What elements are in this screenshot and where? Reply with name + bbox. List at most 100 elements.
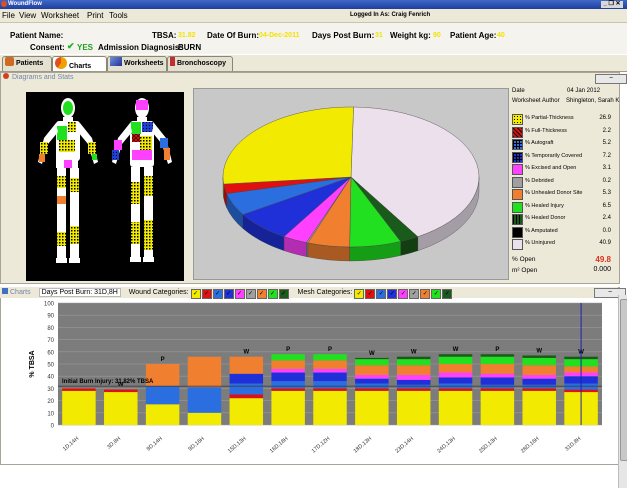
bar-segment	[229, 356, 264, 374]
x-tick-label: 9D,14H	[146, 436, 164, 453]
y-tick-label: 40	[47, 375, 54, 381]
menu-worksheet[interactable]: Worksheet	[41, 9, 79, 22]
diagrams-title: Diagrams and Stats	[12, 74, 74, 81]
legend-value: 2.2	[602, 127, 611, 134]
patient-age-value: 40	[497, 32, 505, 39]
tab-charts-label: Charts	[69, 63, 92, 70]
app-icon	[1, 1, 7, 7]
worksheet-icon	[110, 57, 122, 66]
tab-charts[interactable]: Charts	[52, 56, 107, 71]
menu-tools[interactable]: Tools	[109, 9, 128, 22]
y-axis-label: % TBSA	[29, 350, 36, 377]
legend-label: % Partial-Thickness	[525, 115, 574, 121]
legend-swatch	[512, 126, 523, 138]
legend-swatch	[512, 151, 523, 163]
bar-segment	[145, 385, 180, 405]
diagnosis-value: BURN	[178, 43, 202, 52]
x-tick-label: 24D,13H	[436, 436, 457, 455]
bar-segment	[480, 377, 515, 385]
bar-segment	[480, 388, 515, 391]
menu-bar: File View Worksheet Print Tools Logged I…	[0, 9, 627, 23]
bar-segment	[313, 390, 347, 425]
bar-segment	[355, 378, 389, 384]
bar-segment	[438, 372, 473, 378]
bar-marker-label: P	[286, 347, 290, 353]
legend-value: 40.9	[599, 240, 611, 246]
y-tick-label: 30	[47, 387, 54, 393]
bar-segment	[480, 373, 515, 378]
bar-marker-label: W	[536, 348, 542, 354]
weight-value: 90	[433, 32, 441, 39]
pie-chart-svg	[222, 106, 480, 262]
bar-segment	[522, 378, 556, 385]
wound-pie-chart	[193, 88, 509, 280]
tab-worksheets[interactable]: Worksheets	[107, 56, 167, 71]
bar-segment	[313, 354, 347, 361]
bar-segment	[104, 389, 138, 393]
window-controls[interactable]: _ ❐ ✕	[601, 1, 623, 8]
bar-segment	[396, 388, 431, 391]
bar-segment	[187, 412, 222, 425]
date-label: Date	[512, 88, 525, 94]
y-tick-label: 20	[47, 399, 54, 405]
tab-patients[interactable]: Patients	[2, 56, 52, 71]
bar-segment	[229, 373, 264, 384]
bar-segment	[480, 356, 515, 364]
x-tick-label: 18D,13H	[353, 436, 374, 455]
diagrams-header[interactable]: Diagrams and Stats	[1, 73, 611, 83]
legend-swatch	[512, 114, 523, 125]
legend-row: % Autograft 5.2	[510, 138, 613, 150]
x-tick-label: 23D,14H	[394, 436, 415, 455]
legend-swatch	[512, 189, 523, 200]
legend-value: 6.5	[602, 202, 611, 209]
x-tick-label: 25D,13H	[478, 436, 499, 455]
legend-value: 7.2	[602, 152, 611, 159]
legend-row: % Excised and Open 3.1	[510, 163, 613, 175]
front-figure	[38, 98, 98, 263]
bar-segment	[229, 383, 264, 395]
diagrams-collapse-button[interactable]: −	[595, 74, 627, 84]
title-bar: WoundFlow _ ❐ ✕	[0, 0, 627, 9]
menu-view[interactable]: View	[19, 9, 36, 22]
x-tick-label: 15D,13H	[227, 436, 248, 455]
legend-label: % Uninjured	[525, 240, 555, 246]
bar-segment	[271, 372, 305, 382]
legend-row: % Unhealed Donor Site 5.3	[510, 188, 613, 200]
bar-segment	[271, 360, 305, 369]
bar-segment	[271, 354, 305, 361]
x-tick-label: 1D,14H	[62, 436, 80, 453]
scroll-thumb[interactable]	[620, 299, 627, 461]
legend-label: % Excised and Open	[525, 165, 577, 171]
pie-slice	[222, 106, 354, 185]
bar-marker-label: W	[411, 350, 417, 356]
legend-swatch	[512, 164, 523, 175]
charts-section-icon	[2, 288, 8, 294]
legend-row: % Debrided 0.2	[510, 176, 613, 188]
bar-segment	[187, 387, 222, 413]
menu-print[interactable]: Print	[87, 9, 103, 22]
bar-segment	[522, 357, 556, 366]
bar-segment	[355, 357, 389, 360]
bar-segment	[396, 356, 431, 360]
stats-header: Date 04 Jan 2012 Worksheet Author Shingl…	[512, 88, 620, 112]
consent-value: YES	[77, 43, 94, 52]
menu-file[interactable]: File	[2, 9, 15, 22]
bar-segment	[522, 355, 556, 358]
author-value: Shingleton, Sarah K	[566, 98, 620, 104]
days-post-burn-selector[interactable]: Days Post Burn: 31D,8H	[38, 288, 121, 297]
bar-segment	[396, 359, 431, 366]
bar-segment	[396, 390, 431, 425]
bar-marker-label: P	[161, 357, 165, 363]
bar-segment	[62, 390, 96, 425]
legend-row: % Full-Thickness 2.2	[510, 126, 613, 138]
y-tick-label: 10	[47, 411, 54, 417]
y-tick-label: 0	[51, 424, 55, 430]
y-tick-label: 60	[47, 350, 54, 356]
bar-segment	[438, 390, 473, 425]
vertical-scrollbar[interactable]	[618, 295, 627, 488]
legend-row: % Healed Donor 2.4	[510, 213, 613, 225]
x-tick-label: 28D,16H	[520, 436, 541, 455]
bar-segment	[438, 364, 473, 373]
tab-bronchoscopy[interactable]: Bronchoscopy	[167, 56, 233, 71]
legend-value: 0.0	[602, 227, 611, 234]
